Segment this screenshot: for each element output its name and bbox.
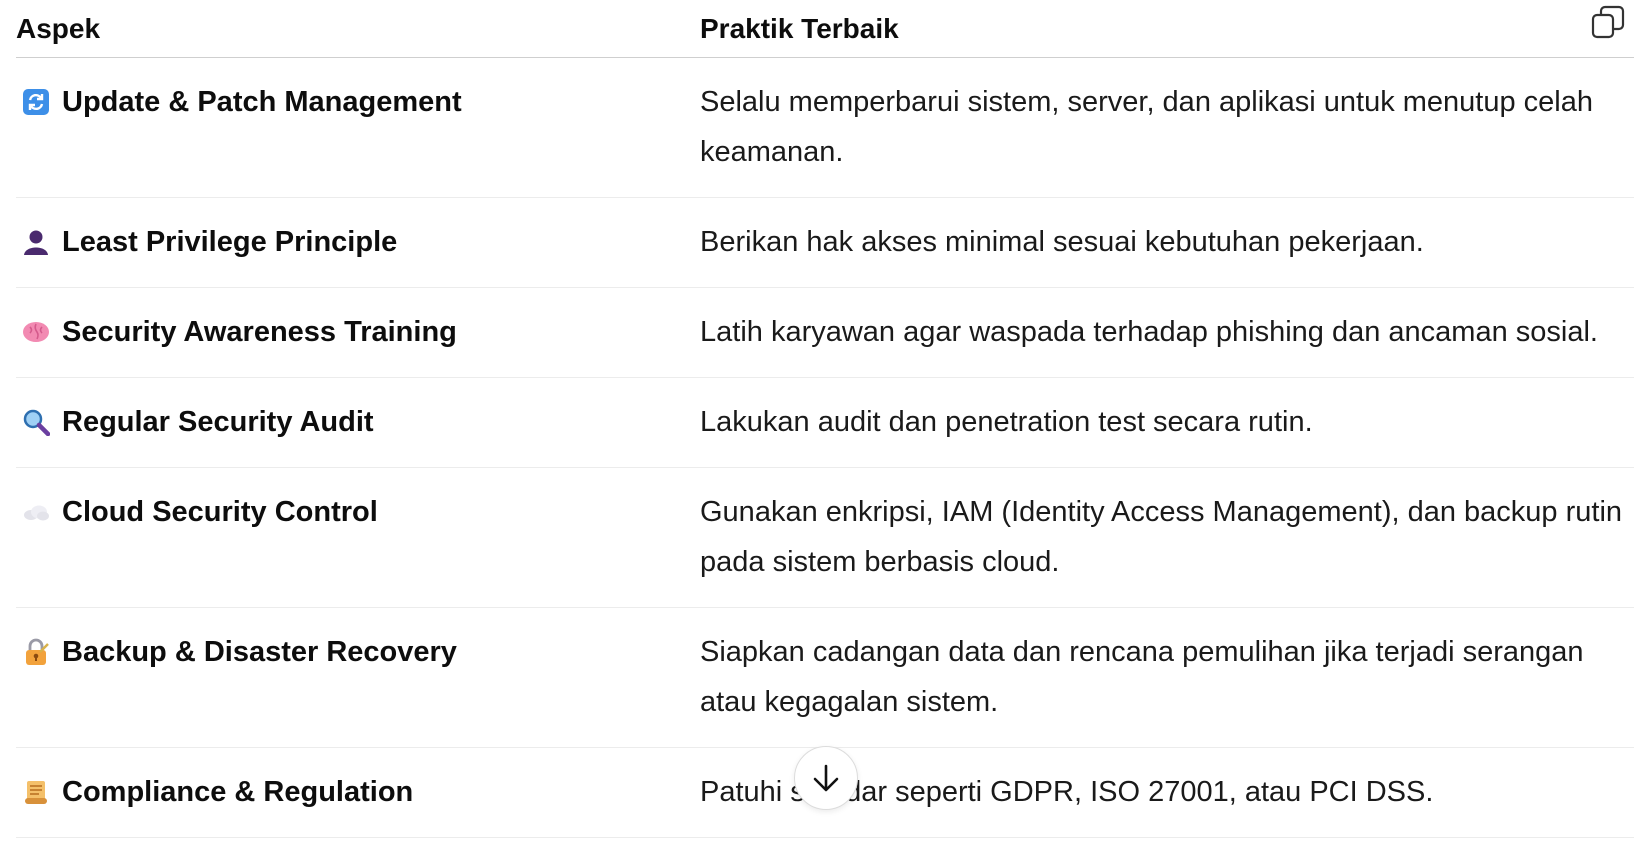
practice-cell: Siapkan cadangan data dan rencana pemuli… [700,607,1634,748]
table-row: Least Privilege Principle Berikan hak ak… [16,197,1634,288]
aspect-cell: Cloud Security Control [16,467,700,608]
arrows-refresh-icon [23,89,49,115]
table-row: Update & Patch Management Selalu memperb… [16,57,1634,198]
brain-icon [23,322,49,342]
practice-cell: Gunakan enkripsi, IAM (Identity Access M… [700,467,1634,608]
aspect-label: Least Privilege Principle [62,226,398,258]
column-header-aspect: Aspek [16,0,700,58]
best-practices-table-container: Aspek Praktik Terbaik Update & Patch Man… [16,0,1634,838]
scroll-to-bottom-button[interactable] [794,746,858,810]
table-row: Cloud Security Control Gunakan enkripsi,… [16,467,1634,608]
aspect-cell: Backup & Disaster Recovery [16,607,700,748]
magnifying-glass-icon [23,409,50,436]
practice-cell: Latih karyawan agar waspada terhadap phi… [700,287,1634,378]
aspect-label: Compliance & Regulation [62,776,414,808]
copy-table-button[interactable] [1590,4,1626,40]
practice-cell: Lakukan audit dan penetration test secar… [700,377,1634,468]
aspect-cell: Security Awareness Training [16,287,700,378]
practice-cell: Berikan hak akses minimal sesuai kebutuh… [700,197,1634,288]
table-row: Security Awareness Training Latih karyaw… [16,287,1634,378]
person-silhouette-icon [24,230,48,255]
practice-cell: Selalu memperbarui sistem, server, dan a… [700,57,1634,198]
lock-key-icon [26,638,49,665]
table-row: Regular Security Audit Lakukan audit dan… [16,377,1634,468]
aspect-label: Backup & Disaster Recovery [62,636,457,668]
aspect-label: Security Awareness Training [62,316,457,348]
copy-icon [1591,5,1625,39]
column-header-practice: Praktik Terbaik [700,0,1634,58]
arrow-down-icon [813,764,839,792]
scroll-icon [25,781,47,804]
aspect-cell: Update & Patch Management [16,57,700,198]
aspect-label: Regular Security Audit [62,406,374,438]
aspect-label: Update & Patch Management [62,86,462,118]
aspect-cell: Regular Security Audit [16,377,700,468]
cloud-icon [24,505,49,521]
table-row: Backup & Disaster Recovery Siapkan cadan… [16,607,1634,748]
aspect-cell: Least Privilege Principle [16,197,700,288]
aspect-label: Cloud Security Control [62,496,378,528]
best-practices-table: Aspek Praktik Terbaik Update & Patch Man… [16,0,1634,838]
aspect-cell: Compliance & Regulation [16,747,700,838]
table-header-row: Aspek Praktik Terbaik [16,0,1634,58]
